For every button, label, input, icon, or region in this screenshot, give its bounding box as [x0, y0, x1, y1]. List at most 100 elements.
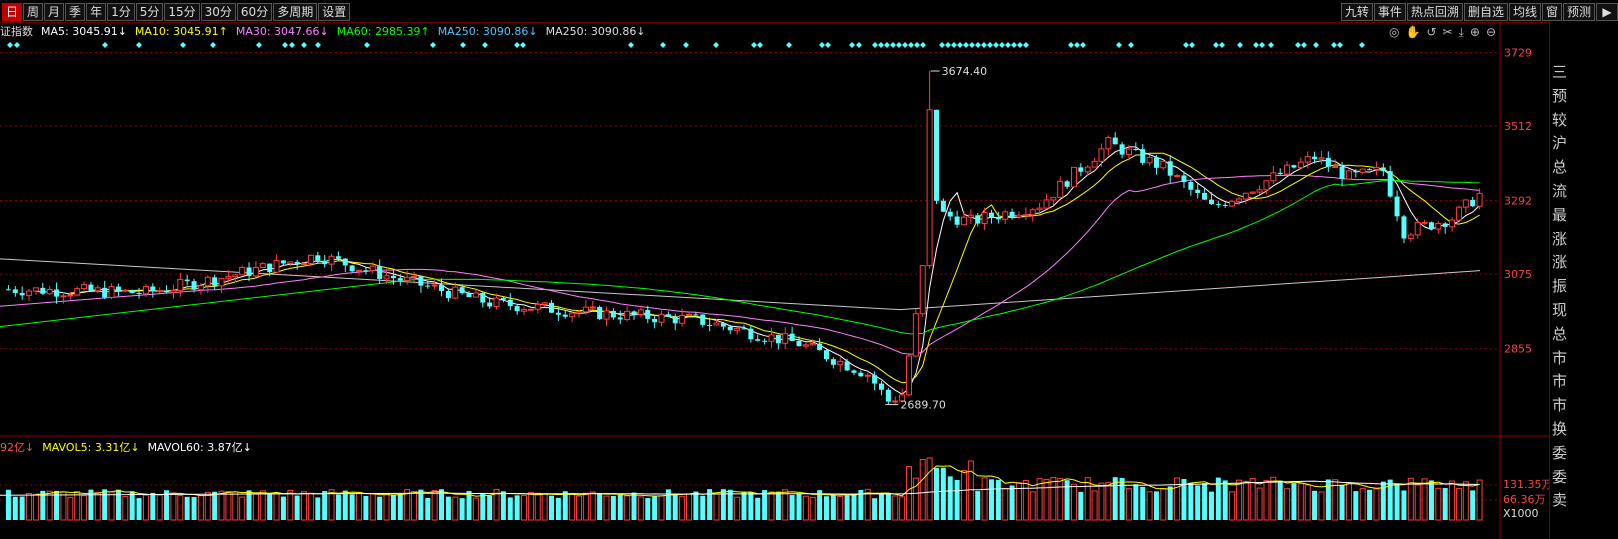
candle-body — [782, 333, 789, 344]
volume-bar — [239, 496, 246, 521]
signal-diamond — [751, 42, 757, 48]
price-tick-label: 3512 — [1504, 120, 1532, 133]
volume-bar — [802, 495, 809, 521]
candle-body — [129, 290, 135, 294]
volume-bar — [645, 498, 651, 520]
volume-bar — [81, 495, 88, 521]
candle-body — [19, 292, 25, 296]
candle-body — [981, 212, 988, 225]
volume-bar — [1202, 483, 1208, 520]
candle-body — [1325, 157, 1331, 167]
volume-bar — [397, 493, 403, 520]
signal-diamond — [520, 42, 526, 48]
candle-body — [397, 278, 403, 281]
candle-body — [1009, 211, 1015, 217]
candle-body — [967, 214, 974, 218]
volume-bar — [1167, 486, 1173, 520]
volume-bar — [1318, 491, 1325, 521]
volume-bar — [1401, 490, 1407, 520]
candle-body — [1119, 144, 1125, 155]
candle-body — [335, 256, 341, 259]
signal-diamond — [1259, 42, 1265, 48]
volume-bar — [1084, 477, 1091, 521]
volume-bar — [762, 490, 768, 520]
volume-tick-label: 66.36万 — [1503, 493, 1546, 506]
volume-bar — [872, 498, 878, 520]
high-annotation: 3674.40 — [942, 65, 988, 78]
volume-bar — [569, 493, 576, 521]
volume-bar — [1297, 483, 1304, 521]
candle-body — [32, 287, 39, 292]
candle-body — [576, 311, 583, 314]
candle-body — [988, 212, 994, 218]
candle-body — [534, 303, 541, 310]
side-panel-char: 流 — [1552, 182, 1568, 200]
volume-bar — [700, 495, 706, 520]
candle-body — [1421, 221, 1428, 224]
side-panel-char: 沪 — [1552, 134, 1568, 153]
volume-tick-label: 131.35万 — [1503, 478, 1553, 491]
side-panel-char: 卖 — [1552, 491, 1568, 510]
volume-bar — [1291, 483, 1297, 520]
signal-diamond — [1068, 42, 1074, 48]
signal-diamond — [14, 42, 20, 48]
candle-body — [1332, 166, 1339, 169]
signal-diamond — [1313, 42, 1319, 48]
mavol5-value: MAVOL5: 3.31亿↓ — [42, 441, 140, 454]
volume-bar — [541, 493, 548, 521]
volume-bar — [1009, 485, 1015, 520]
candle-body — [851, 370, 857, 373]
candle-body — [1470, 199, 1476, 207]
volume-bar — [94, 491, 101, 521]
candle-body — [431, 284, 438, 287]
volume-bar — [658, 495, 665, 521]
mavol5-line — [35, 465, 1480, 497]
candle-body — [1407, 234, 1414, 239]
volume-bar — [1146, 491, 1153, 521]
signal-diamond — [1301, 42, 1307, 48]
signal-diamond — [1219, 42, 1225, 48]
volume-bar — [252, 493, 259, 521]
volume-bar — [1229, 491, 1236, 521]
volume-bar — [686, 493, 693, 521]
kline-chart[interactable]: 3729 3512 3292 3075 2855 131.35万 66.36万X1000 36… — [0, 0, 1618, 539]
volume-bar — [589, 491, 596, 521]
volume-bar — [1070, 483, 1077, 521]
volume-bar — [995, 479, 1001, 520]
volume-bar — [1036, 478, 1043, 521]
candle-body — [452, 286, 459, 299]
volume-bar — [431, 490, 438, 521]
candle-body — [349, 265, 355, 272]
candle-body — [1235, 198, 1242, 202]
volume-bar — [1462, 481, 1469, 521]
volume-bar — [1133, 484, 1139, 520]
candle-body — [672, 316, 678, 324]
side-panel-char: 委 — [1552, 443, 1568, 462]
candle-body — [377, 266, 383, 279]
signal-diamond — [856, 42, 862, 48]
candle-body — [555, 312, 561, 315]
candle-body — [287, 261, 294, 264]
candle-body — [1222, 205, 1228, 207]
volume-bar — [108, 491, 115, 521]
signal-diamond — [908, 42, 914, 48]
volume-bar — [411, 490, 418, 521]
candle-body — [830, 359, 836, 365]
volume-bar — [1442, 488, 1448, 520]
signal-diamond — [460, 42, 466, 48]
candle-body — [12, 289, 18, 293]
candle-body — [589, 306, 596, 309]
volume-bar — [439, 489, 445, 520]
volume-bar — [335, 494, 341, 520]
volume-bar — [1029, 491, 1036, 521]
candle-body — [1043, 199, 1050, 209]
candle-body — [1160, 160, 1167, 169]
candle-body — [273, 259, 280, 273]
candle-body — [369, 265, 376, 271]
signal-diamond — [282, 42, 288, 48]
candle-body — [1394, 196, 1400, 217]
candle-body — [905, 355, 912, 396]
volume-bar — [1284, 488, 1291, 521]
candle-body — [1256, 189, 1263, 193]
candle-body — [170, 289, 177, 293]
